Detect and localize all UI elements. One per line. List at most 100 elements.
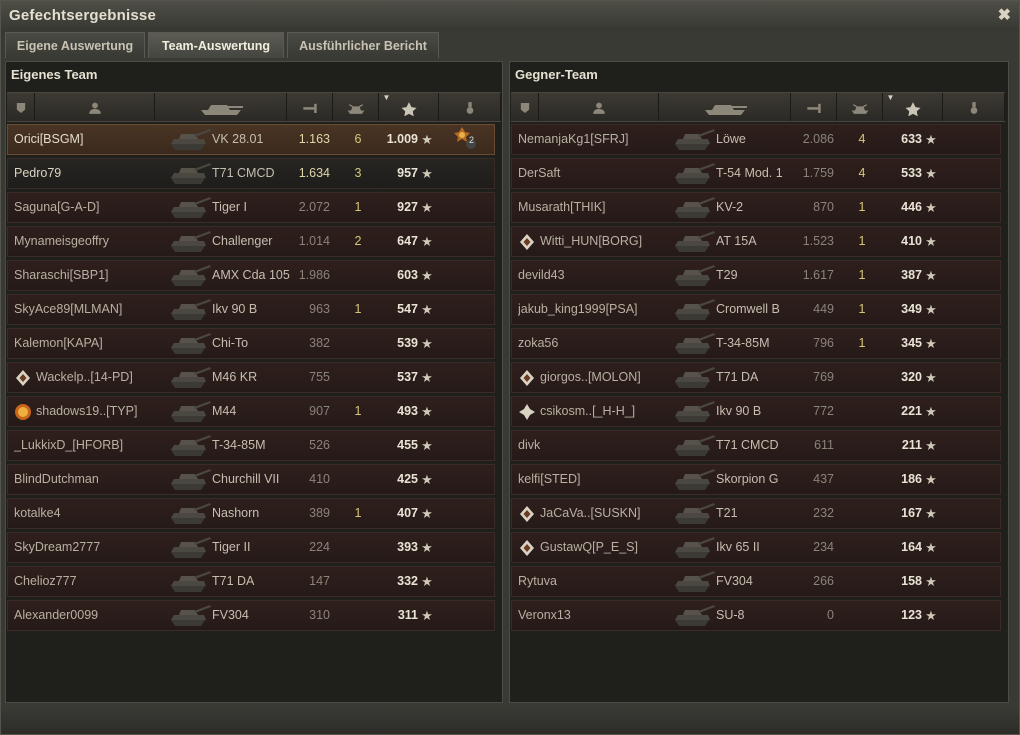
kills-value: 1 xyxy=(858,200,866,214)
player-name[interactable]: zoka56 xyxy=(518,329,668,358)
xp-star-icon: ★ xyxy=(925,608,937,623)
player-row[interactable]: SkyDream2777 Tiger II 224 393 ★ xyxy=(7,532,495,563)
player-row[interactable]: Wackelp..[14-PD] M46 KR 755 537 ★ xyxy=(7,362,495,393)
tank-name: T29 xyxy=(716,268,738,282)
player-row[interactable]: divk T71 CMCD 611 211 ★ xyxy=(511,430,1001,461)
column-header-squad[interactable] xyxy=(511,93,539,121)
enemy-team-list[interactable]: NemanjaKg1[SFRJ] Löwe 2.086 4 633 ★ DerSaft T-5… xyxy=(510,124,1008,694)
column-header-xp-star[interactable]: ▼ xyxy=(379,93,439,121)
tank-icon xyxy=(672,263,716,288)
column-header-medal[interactable] xyxy=(439,93,501,121)
player-name[interactable]: Rytuva xyxy=(518,567,668,596)
player-name[interactable]: NemanjaKg1[SFRJ] xyxy=(518,125,668,154)
player-row[interactable]: NemanjaKg1[SFRJ] Löwe 2.086 4 633 ★ xyxy=(511,124,1001,155)
player-name[interactable]: Wackelp..[14-PD] xyxy=(36,363,186,392)
player-row[interactable]: GustawQ[P_E_S] Ikv 65 II 234 164 ★ xyxy=(511,532,1001,563)
kills-value: 6 xyxy=(354,132,362,146)
player-name[interactable]: DerSaft xyxy=(518,159,668,188)
tab-team-evaluation[interactable]: Team-Auswertung xyxy=(148,32,284,58)
player-name[interactable]: _LukkixD_[HFORB] xyxy=(14,431,164,460)
tab-own-evaluation[interactable]: Eigene Auswertung xyxy=(5,32,145,58)
player-name[interactable]: Mynameisgeoffry xyxy=(14,227,164,256)
player-row[interactable]: BlindDutchman Churchill VII 410 425 ★ xyxy=(7,464,495,495)
player-name[interactable]: Saguna[G-A-D] xyxy=(14,193,164,222)
player-row[interactable]: Pedro79 T71 CMCD 1.634 3 957 ★ xyxy=(7,158,495,189)
kills-value: 1 xyxy=(858,302,866,316)
player-name[interactable]: Kalemon[KAPA] xyxy=(14,329,164,358)
player-row[interactable]: Alexander0099 FV304 310 311 ★ xyxy=(7,600,495,631)
player-row[interactable]: Veronx13 SU-8 0 123 ★ xyxy=(511,600,1001,631)
player-row[interactable]: Kalemon[KAPA] Chi-To 382 539 ★ xyxy=(7,328,495,359)
player-name[interactable]: Pedro79 xyxy=(14,159,164,188)
player-row[interactable]: Rytuva FV304 266 158 ★ xyxy=(511,566,1001,597)
damage-value: 907 xyxy=(309,404,330,418)
player-name[interactable]: csikosm..[_H-H_] xyxy=(540,397,690,426)
column-header-damage[interactable] xyxy=(287,93,333,121)
player-row[interactable]: jakub_king1999[PSA] Cromwell B 449 1 349 ★ xyxy=(511,294,1001,325)
player-name[interactable]: kotalke4 xyxy=(14,499,164,528)
column-header-player[interactable] xyxy=(539,93,659,121)
player-name[interactable]: Orici[BSGM] xyxy=(14,125,164,154)
player-row[interactable]: DerSaft T-54 Mod. 1 1.759 4 533 ★ xyxy=(511,158,1001,189)
player-row[interactable]: shadows19..[TYP] M44 907 1 493 ★ xyxy=(7,396,495,427)
player-name[interactable]: Veronx13 xyxy=(518,601,668,630)
player-name[interactable]: SkyAce89[MLMAN] xyxy=(14,295,164,324)
player-name[interactable]: JaCaVa..[SUSKN] xyxy=(540,499,690,528)
player-name[interactable]: divk xyxy=(518,431,668,460)
player-row[interactable]: Chelioz777 T71 DA 147 332 ★ xyxy=(7,566,495,597)
player-row[interactable]: SkyAce89[MLMAN] Ikv 90 B 963 1 547 ★ xyxy=(7,294,495,325)
player-name[interactable]: jakub_king1999[PSA] xyxy=(518,295,668,324)
player-row[interactable]: Sharaschi[SBP1] AMX Cda 105 1.986 603 ★ xyxy=(7,260,495,291)
tank-name: Skorpion G xyxy=(716,472,779,486)
kills-value xyxy=(348,465,368,494)
close-icon[interactable]: ✖ xyxy=(998,5,1011,25)
tank-icon xyxy=(168,297,212,322)
column-header-damage[interactable] xyxy=(791,93,837,121)
player-row[interactable]: giorgos..[MOLON] T71 DA 769 320 ★ xyxy=(511,362,1001,393)
column-header-xp-star[interactable]: ▼ xyxy=(883,93,943,121)
tab-detailed-report[interactable]: Ausführlicher Bericht xyxy=(287,32,439,58)
own-team-list[interactable]: Orici[BSGM] VK 28.01 1.163 6 1.009 ★ 2 Pedro79 T… xyxy=(6,124,504,694)
player-row[interactable]: Saguna[G-A-D] Tiger I 2.072 1 927 ★ xyxy=(7,192,495,223)
medal-icon[interactable]: 2 xyxy=(450,125,480,154)
column-header-medal[interactable] xyxy=(943,93,1005,121)
player-row[interactable]: _LukkixD_[HFORB] T-34-85M 526 455 ★ xyxy=(7,430,495,461)
player-row[interactable]: csikosm..[_H-H_] Ikv 90 B 772 221 ★ xyxy=(511,396,1001,427)
player-row[interactable]: JaCaVa..[SUSKN] T21 232 167 ★ xyxy=(511,498,1001,529)
column-header-squad[interactable] xyxy=(7,93,35,121)
player-name[interactable]: Musarath[THIK] xyxy=(518,193,668,222)
player-name[interactable]: kelfi[STED] xyxy=(518,465,668,494)
player-name[interactable]: Chelioz777 xyxy=(14,567,164,596)
player-name[interactable]: GustawQ[P_E_S] xyxy=(540,533,690,562)
player-name[interactable]: giorgos..[MOLON] xyxy=(540,363,690,392)
player-row[interactable]: Mynameisgeoffry Challenger 1.014 2 647 ★ xyxy=(7,226,495,257)
column-header-tank[interactable] xyxy=(155,93,287,121)
player-row[interactable]: Orici[BSGM] VK 28.01 1.163 6 1.009 ★ 2 xyxy=(7,124,495,155)
column-header-player[interactable] xyxy=(35,93,155,121)
tank-icon xyxy=(672,161,716,186)
player-row[interactable]: devild43 T29 1.617 1 387 ★ xyxy=(511,260,1001,291)
player-name[interactable]: shadows19..[TYP] xyxy=(36,397,186,426)
player-row[interactable]: Musarath[THIK] KV-2 870 1 446 ★ xyxy=(511,192,1001,223)
player-name[interactable]: Sharaschi[SBP1] xyxy=(14,261,164,290)
tank-icon xyxy=(168,569,212,594)
player-name[interactable]: SkyDream2777 xyxy=(14,533,164,562)
player-row[interactable]: zoka56 T-34-85M 796 1 345 ★ xyxy=(511,328,1001,359)
player-name[interactable]: Alexander0099 xyxy=(14,601,164,630)
damage-value: 769 xyxy=(813,370,834,384)
tank-name: Ikv 90 B xyxy=(212,302,258,316)
xp-star-icon: ★ xyxy=(925,370,937,385)
kills-value xyxy=(348,601,368,630)
player-name[interactable]: Witti_HUN[BORG] xyxy=(540,227,690,256)
column-header-tank[interactable] xyxy=(659,93,791,121)
player-name[interactable]: BlindDutchman xyxy=(14,465,164,494)
player-name[interactable]: devild43 xyxy=(518,261,668,290)
player-row[interactable]: kotalke4 Nashorn 389 1 407 ★ xyxy=(7,498,495,529)
player-row[interactable]: kelfi[STED] Skorpion G 437 186 ★ xyxy=(511,464,1001,495)
tank-name: T71 DA xyxy=(212,574,255,588)
tank-icon xyxy=(672,331,716,356)
medal-icon xyxy=(964,99,984,115)
damage-value: 437 xyxy=(813,472,834,486)
player-row[interactable]: Witti_HUN[BORG] AT 15A 1.523 1 410 ★ xyxy=(511,226,1001,257)
xp-star-icon: ★ xyxy=(925,336,937,351)
